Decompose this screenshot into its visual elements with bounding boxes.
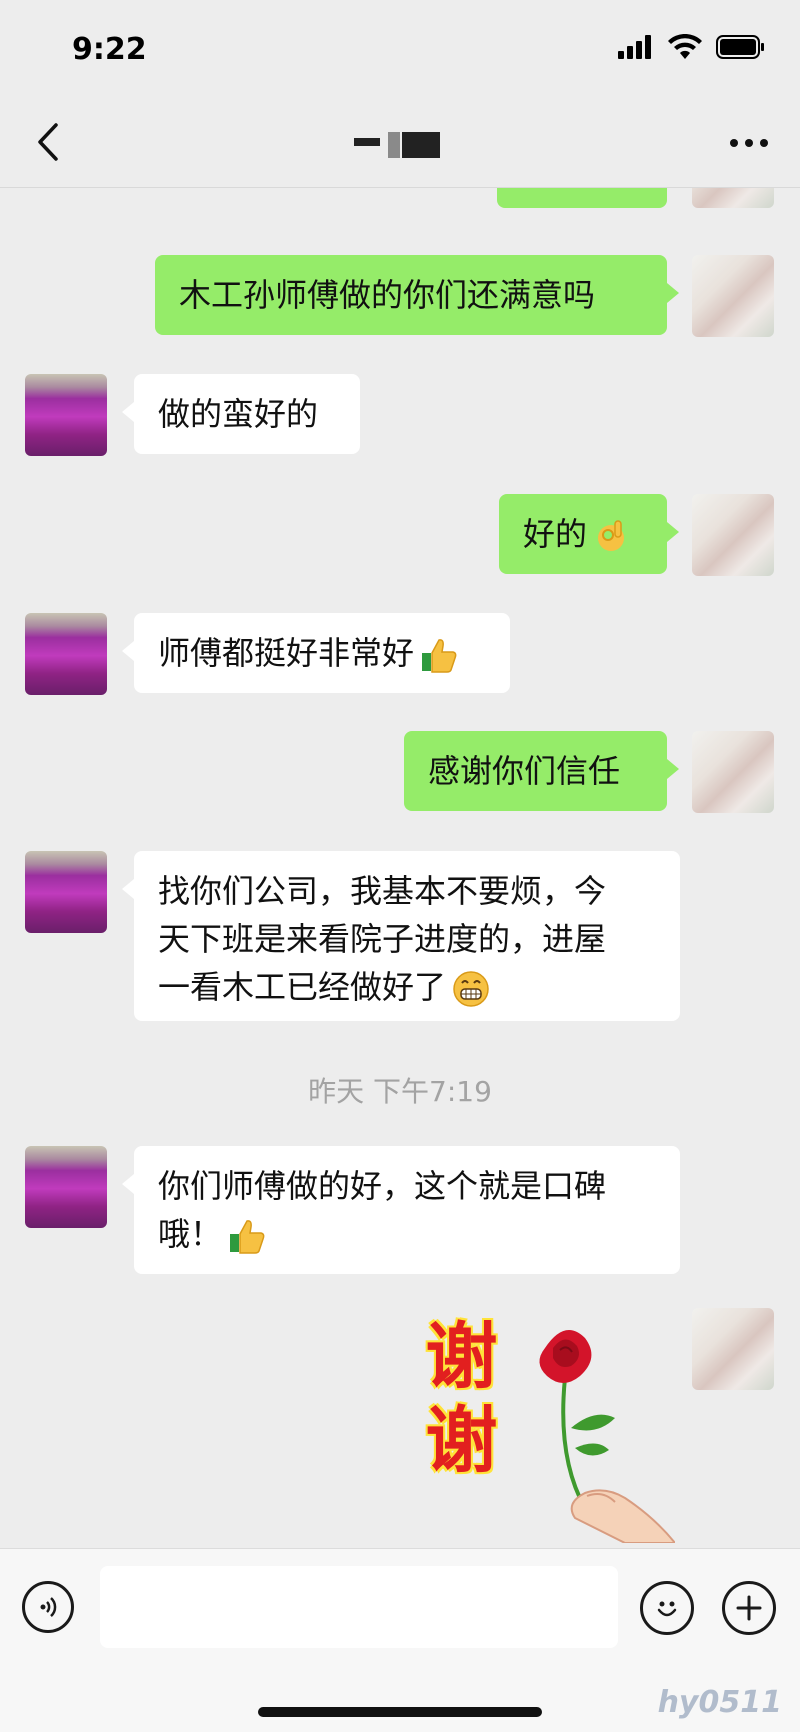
message-bubble-other[interactable]: 做的蛮好的 — [122, 374, 360, 454]
avatar-self[interactable] — [692, 494, 774, 576]
message-bubble-self[interactable]: 感谢你们信任 — [404, 731, 679, 811]
avatar-other[interactable] — [25, 374, 107, 456]
nav-bar — [0, 98, 800, 188]
more-button[interactable] — [724, 118, 774, 168]
message-line: 一看木工已经做好了 — [158, 968, 447, 1006]
back-button[interactable] — [22, 116, 74, 168]
message-bubble-self[interactable]: 好的 — [497, 188, 667, 208]
message-bubble-other[interactable]: 师傅都挺好非常好 — [122, 613, 510, 693]
message-line: 你们师傅做的好，这个就是口碑 — [158, 1167, 607, 1205]
watermark: hy0511 — [657, 1685, 782, 1720]
more-dots-icon — [730, 139, 768, 147]
message-text: 好的 — [523, 515, 588, 553]
message-line: 找你们公司，我基本不要烦，今 — [158, 872, 607, 910]
rose-in-hand-sticker — [539, 1330, 675, 1543]
battery-icon — [716, 35, 764, 59]
message-line: 天下班是来看院子进度的，进屋 — [158, 920, 607, 958]
avatar-other[interactable] — [25, 1146, 107, 1228]
message-line: 哦！ — [158, 1215, 223, 1253]
timestamp: 昨天 下午7:19 — [308, 1075, 492, 1108]
chat-area[interactable]: 好的 木工孙师傅做的你们还满意吗 做的蛮好的 好的 师傅都挺好非常好 感谢你们信… — [0, 188, 800, 1548]
thumbs-up-emoji — [422, 639, 457, 673]
message-bubble-self[interactable]: 好的 — [499, 494, 679, 574]
ok-hand-emoji — [598, 520, 625, 551]
plus-button[interactable] — [722, 1581, 776, 1635]
chat-title-redacted — [340, 128, 460, 158]
message-bubble-other[interactable]: 找你们公司，我基本不要烦，今 天下班是来看院子进度的，进屋 一看木工已经做好了 — [122, 851, 680, 1021]
input-bar: hy0511 — [0, 1548, 800, 1732]
grin-emoji — [453, 971, 489, 1007]
status-icons — [618, 34, 766, 60]
plus-icon — [736, 1595, 762, 1621]
avatar-self[interactable] — [692, 188, 774, 208]
chevron-left-icon — [38, 123, 58, 161]
message-text: 感谢你们信任 — [428, 752, 621, 790]
smiley-icon — [657, 1601, 677, 1617]
voice-button[interactable] — [22, 1581, 74, 1633]
status-bar: 9:22 — [0, 0, 800, 98]
avatar-other[interactable] — [25, 613, 107, 695]
avatar-other[interactable] — [25, 851, 107, 933]
home-indicator — [258, 1707, 542, 1717]
sticker-text: 谢谢 — [413, 1318, 497, 1486]
voice-icon — [40, 1597, 57, 1617]
message-bubble-self[interactable]: 木工孙师傅做的你们还满意吗 — [155, 255, 679, 335]
message-bubble-other[interactable]: 你们师傅做的好，这个就是口碑 哦！ — [122, 1146, 680, 1274]
signal-icon — [618, 35, 651, 59]
status-time: 9:22 — [72, 32, 147, 67]
thumbs-up-emoji — [230, 1220, 265, 1254]
avatar-self[interactable] — [692, 731, 774, 813]
wifi-icon — [668, 34, 702, 59]
avatar-self[interactable] — [692, 1308, 774, 1390]
message-text: 木工孙师傅做的你们还满意吗 — [179, 276, 596, 314]
avatar-self[interactable] — [692, 255, 774, 337]
thank-you-sticker[interactable]: 谢谢 — [405, 1318, 675, 1543]
emoji-button[interactable] — [640, 1581, 694, 1635]
message-input[interactable] — [100, 1566, 618, 1648]
message-text: 做的蛮好的 — [158, 395, 319, 433]
message-text: 师傅都挺好非常好 — [158, 634, 415, 672]
